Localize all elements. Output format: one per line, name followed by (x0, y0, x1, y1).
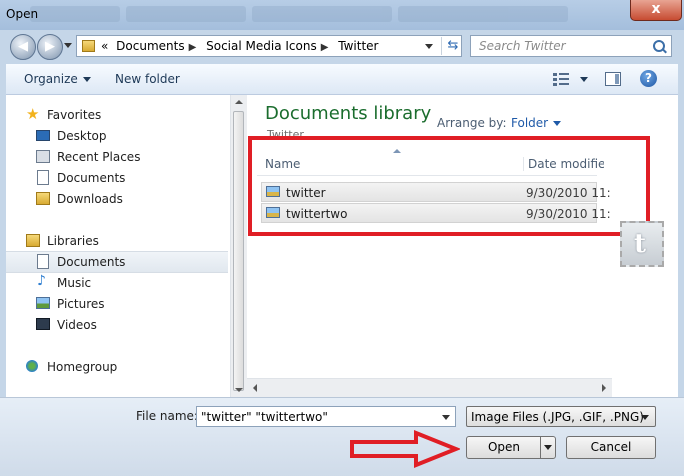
breadcrumb-twitter[interactable]: Twitter (338, 39, 378, 53)
breadcrumb-documents[interactable]: Documents (116, 39, 184, 53)
chevron-down-icon (641, 415, 649, 420)
music-icon: ♪ (37, 273, 46, 289)
desktop-icon (36, 130, 50, 141)
sidebar-item-videos[interactable]: Videos (6, 315, 228, 335)
sidebar-item-label: Videos (57, 318, 97, 332)
sidebar-favorites[interactable]: ★ Favorites (6, 105, 228, 125)
homegroup-icon (26, 360, 38, 372)
sidebar-item-label: Documents (57, 255, 126, 269)
sidebar-item-label: Recent Places (57, 150, 141, 164)
background-tabs (30, 6, 590, 24)
scroll-down-icon[interactable] (235, 388, 243, 392)
sidebar-item-documents[interactable]: Documents (6, 168, 228, 188)
command-bar: Organize New folder ? (6, 64, 678, 95)
sidebar-item-recent-places[interactable]: Recent Places (6, 147, 228, 167)
scroll-right-icon[interactable] (602, 384, 606, 392)
breadcrumb-social-media-icons[interactable]: Social Media Icons (206, 39, 317, 53)
new-folder-button[interactable]: New folder (115, 72, 180, 86)
downloads-icon (36, 192, 50, 205)
sidebar-libraries[interactable]: Libraries (6, 231, 228, 251)
chevron-down-icon (553, 121, 562, 126)
open-split-dropdown[interactable] (540, 437, 555, 458)
close-button[interactable]: x (630, 0, 682, 21)
search-input[interactable]: Search Twitter (470, 35, 672, 57)
organize-menu[interactable]: Organize (24, 72, 91, 86)
sidebar-favorites-label: Favorites (47, 108, 102, 122)
chevron-right-icon[interactable]: ▶ (189, 42, 197, 53)
library-title: Documents library (265, 103, 432, 124)
twitter-bird-icon: t (620, 221, 664, 267)
sidebar-item-label: Pictures (57, 297, 105, 311)
sidebar-item-library-documents[interactable]: Documents (6, 251, 228, 273)
chevron-down-icon[interactable] (442, 415, 450, 420)
search-placeholder: Search Twitter (479, 39, 566, 53)
chevron-right-icon[interactable]: ▶ (321, 42, 329, 53)
open-button[interactable]: Open (466, 436, 556, 459)
file-type-filter-select[interactable]: Image Files (.JPG, .GIF, .PNG) (466, 406, 656, 427)
pictures-icon (36, 297, 50, 309)
arrange-by-label: Arrange by: (437, 116, 507, 130)
scroll-left-icon[interactable] (253, 384, 257, 392)
sidebar-item-pictures[interactable]: Pictures (6, 294, 228, 314)
file-name-label: File name: (136, 409, 198, 423)
arrange-by-dropdown[interactable]: Folder (511, 116, 562, 130)
file-type-filter-value: Image Files (.JPG, .GIF, .PNG) (471, 410, 644, 424)
sidebar-item-label: Desktop (57, 129, 107, 143)
scrollbar-thumb[interactable] (233, 111, 244, 391)
sidebar-item-label: Downloads (57, 192, 123, 206)
file-name-value: "twitter" "twittertwo" (201, 410, 328, 424)
open-dialog: Open x ◀ ▶ « Documents ▶ Social Media Ico… (0, 0, 684, 476)
help-icon[interactable]: ? (640, 70, 657, 87)
sidebar-item-music[interactable]: ♪ Music (6, 273, 228, 293)
refresh-icon[interactable]: ⇆ (441, 37, 464, 55)
navigation-bar: ◀ ▶ « Documents ▶ Social Media Icons ▶ Twi… (0, 30, 684, 62)
sidebar-libraries-label: Libraries (47, 234, 99, 248)
arrange-by-value: Folder (511, 116, 549, 130)
view-options-dropdown[interactable] (575, 72, 588, 86)
title-bar: Open x (0, 0, 684, 30)
cancel-button[interactable]: Cancel (566, 436, 656, 459)
sidebar-item-downloads[interactable]: Downloads (6, 189, 228, 209)
preview-pane-icon[interactable] (605, 72, 621, 86)
organize-label: Organize (24, 72, 78, 86)
libraries-icon (26, 234, 40, 247)
documents-icon (37, 170, 49, 185)
open-button-label: Open (487, 440, 521, 454)
videos-icon (36, 318, 50, 330)
file-name-field[interactable]: "twitter" "twittertwo" (196, 406, 456, 427)
star-icon: ★ (26, 105, 40, 123)
highlight-annotation-box (248, 136, 650, 236)
window-title: Open (6, 7, 39, 21)
scroll-up-icon[interactable] (235, 100, 243, 104)
recent-places-icon (36, 150, 50, 163)
navigation-pane: ★ Favorites Desktop Recent Places Docume… (6, 95, 230, 397)
address-dropdown-icon[interactable] (425, 44, 433, 49)
file-list-horizontal-scrollbar[interactable] (247, 378, 612, 397)
search-icon[interactable] (653, 40, 665, 52)
chevron-down-icon (82, 77, 91, 82)
sidebar-homegroup[interactable]: Homegroup (6, 357, 228, 377)
sidebar-item-desktop[interactable]: Desktop (6, 126, 228, 146)
address-bar[interactable]: « Documents ▶ Social Media Icons ▶ Twitter… (76, 35, 462, 57)
back-button[interactable]: ◀ (10, 34, 36, 60)
view-options-icon[interactable] (553, 72, 571, 86)
sidebar-item-label: Documents (57, 171, 126, 185)
folder-icon (82, 40, 95, 52)
sidebar-homegroup-label: Homegroup (47, 360, 118, 374)
forward-button[interactable]: ▶ (37, 34, 63, 60)
navigation-pane-scrollbar[interactable] (230, 95, 247, 397)
chevron-down-icon (580, 77, 588, 82)
breadcrumb: « Documents ▶ Social Media Icons ▶ Twitter (101, 39, 382, 53)
recent-locations-dropdown[interactable] (64, 43, 72, 48)
breadcrumb-overflow[interactable]: « (101, 39, 108, 53)
documents-icon (37, 254, 49, 269)
sidebar-item-label: Music (57, 276, 92, 290)
red-arrow-annotation (350, 430, 460, 468)
dialog-footer: File name: "twitter" "twittertwo" Image … (0, 397, 684, 476)
